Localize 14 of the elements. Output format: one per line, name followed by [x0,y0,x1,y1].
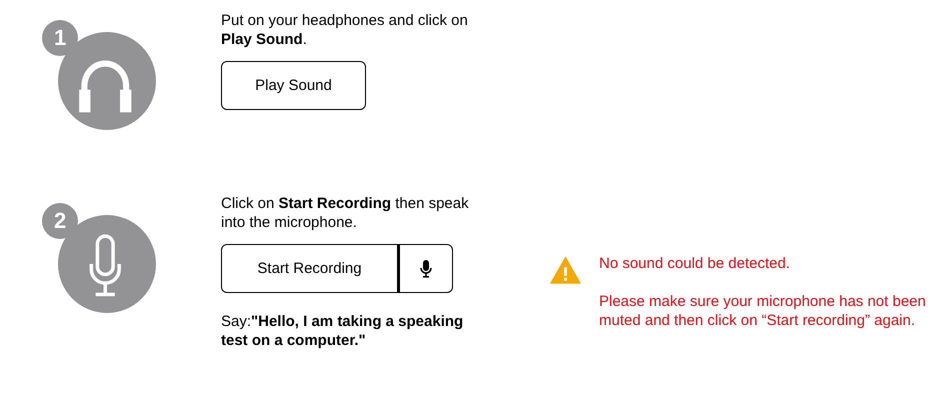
headphones-icon [42,20,158,132]
microphone-icon [420,260,432,278]
step-number: 1 [54,25,66,51]
start-recording-button[interactable]: Start Recording [221,244,398,293]
microphone-icon [42,203,158,315]
alert-message: No sound could be detected. [599,254,791,273]
play-sound-button[interactable]: Play Sound [221,61,366,110]
step-number: 2 [54,208,66,234]
prompt-text: Say:"Hello, I am taking a speaking test on a computer." [221,312,464,350]
instruction-text: Put on your headphones and click on Play Sound. [221,11,469,49]
warning-icon [549,255,582,285]
alert-message: Please make sure your microphone has not been muted and then click on “Start recording” again. [599,292,927,330]
instruction-text: Click on Start Recording then speak into the microphone. [221,194,470,232]
microphone-button[interactable] [398,244,453,293]
